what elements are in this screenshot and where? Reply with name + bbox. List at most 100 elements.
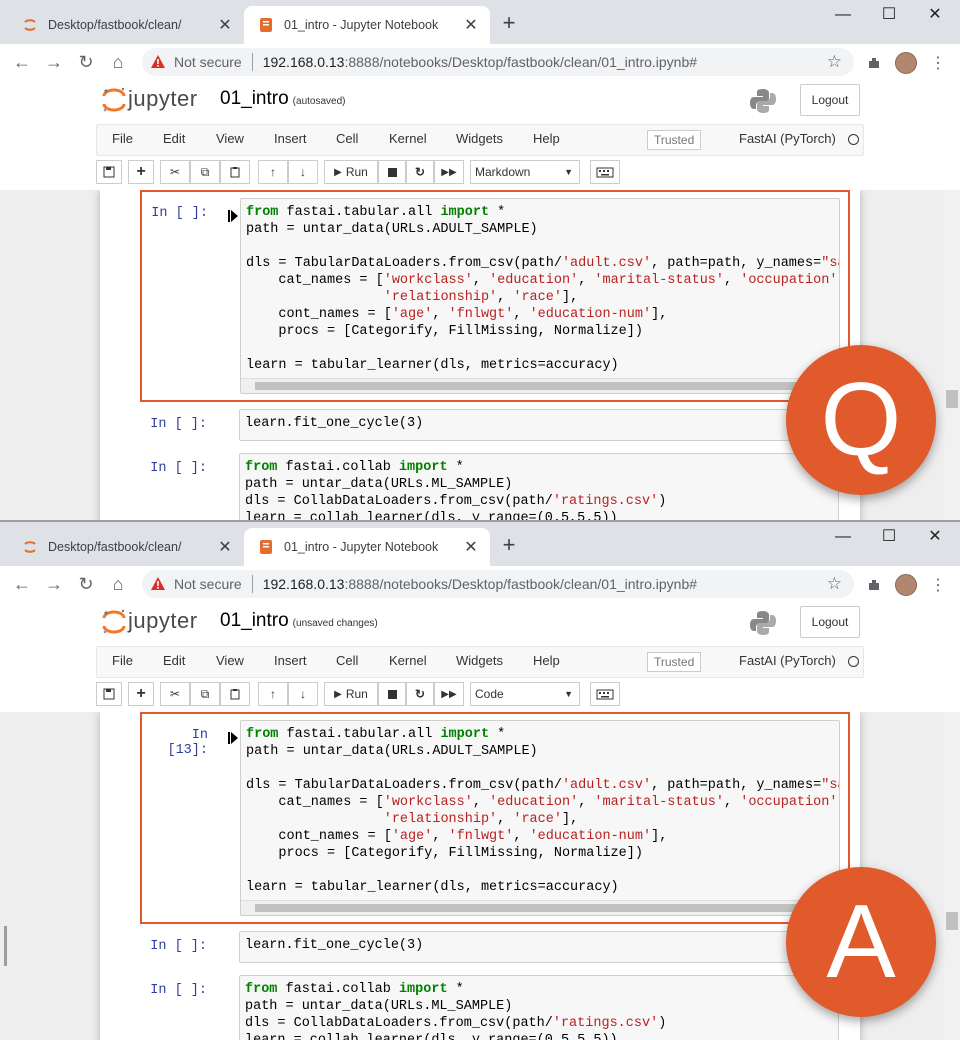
maximize-icon[interactable]: ☐ <box>866 526 912 548</box>
run-indicator-icon[interactable] <box>228 731 238 744</box>
code-editor[interactable]: learn.fit_one_cycle(3) <box>239 931 839 963</box>
browser-tab-notebook[interactable]: 01_intro - Jupyter Notebook ✕ <box>244 6 490 44</box>
vertical-scrollbar[interactable] <box>944 190 960 520</box>
scrollbar-thumb[interactable] <box>255 904 825 912</box>
kernel-name[interactable]: FastAI (PyTorch) <box>739 653 836 668</box>
cut-icon[interactable]: ✂ <box>160 682 190 706</box>
menu-cell[interactable]: Cell <box>336 131 358 146</box>
fast-forward-icon[interactable]: ▶▶ <box>434 160 464 184</box>
jupyter-logo-icon[interactable] <box>100 608 128 636</box>
trusted-badge[interactable]: Trusted <box>647 130 702 150</box>
reload-icon[interactable]: ↻ <box>74 50 98 74</box>
move-down-icon[interactable]: ↓ <box>288 682 318 706</box>
menu-cell[interactable]: Cell <box>336 653 358 668</box>
menu-view[interactable]: View <box>216 131 244 146</box>
back-icon[interactable]: ← <box>10 572 34 596</box>
code-editor[interactable]: from fastai.collab import * path = untar… <box>239 453 839 520</box>
run-button[interactable]: ▶ Run <box>324 682 378 706</box>
insert-cell-icon[interactable]: + <box>128 682 154 706</box>
cut-icon[interactable]: ✂ <box>160 160 190 184</box>
save-icon[interactable] <box>96 160 122 184</box>
keyboard-icon[interactable] <box>590 682 620 706</box>
cell-type-select[interactable]: Code ▼ <box>470 682 580 706</box>
move-up-icon[interactable]: ↑ <box>258 160 288 184</box>
restart-icon[interactable]: ↻ <box>406 682 434 706</box>
code-cell[interactable]: In [ ]: from fastai.collab import * path… <box>140 968 848 1040</box>
insert-cell-icon[interactable]: + <box>128 160 154 184</box>
menu-insert[interactable]: Insert <box>274 653 307 668</box>
scrollbar-thumb[interactable] <box>255 382 825 390</box>
menu-file[interactable]: File <box>112 653 133 668</box>
cell-type-select[interactable]: Markdown ▼ <box>470 160 580 184</box>
menu-edit[interactable]: Edit <box>163 131 185 146</box>
new-tab-icon[interactable]: + <box>498 534 520 557</box>
jupyter-brand[interactable]: jupyter <box>128 86 198 112</box>
keyboard-icon[interactable] <box>590 160 620 184</box>
jupyter-logo-icon[interactable] <box>100 86 128 114</box>
close-tab-icon[interactable]: ✕ <box>462 538 480 556</box>
menu-widgets[interactable]: Widgets <box>456 131 503 146</box>
scrollbar-thumb[interactable] <box>946 390 958 408</box>
menu-kernel[interactable]: Kernel <box>389 653 427 668</box>
close-tab-icon[interactable]: ✕ <box>216 16 234 34</box>
horizontal-scrollbar[interactable] <box>241 378 839 393</box>
code-cell[interactable]: In [ ]: learn.fit_one_cycle(3) <box>140 402 848 448</box>
code-cell[interactable]: In [ ]: from fastai.tabular.all import *… <box>140 190 850 402</box>
home-icon[interactable]: ⌂ <box>106 50 130 74</box>
menu-help[interactable]: Help <box>533 653 560 668</box>
notebook-title[interactable]: 01_intro (autosaved) <box>220 88 345 110</box>
menu-kernel[interactable]: Kernel <box>389 131 427 146</box>
close-tab-icon[interactable]: ✕ <box>216 538 234 556</box>
more-menu-icon[interactable]: ⋮ <box>928 575 948 595</box>
back-icon[interactable]: ← <box>10 50 34 74</box>
code-editor[interactable]: from fastai.tabular.all import * path = … <box>240 198 840 394</box>
trusted-badge[interactable]: Trusted <box>647 652 702 672</box>
forward-icon[interactable]: → <box>42 572 66 596</box>
scrollbar-thumb[interactable] <box>946 912 958 930</box>
vertical-scrollbar[interactable] <box>944 712 960 1040</box>
code-cell[interactable]: In [ ]: from fastai.collab import * path… <box>140 446 848 520</box>
extensions-icon[interactable] <box>864 53 884 73</box>
url-field[interactable]: Not secure 192.168.0.13:8888/notebooks/D… <box>142 48 854 76</box>
browser-tab-notebook[interactable]: 01_intro - Jupyter Notebook ✕ <box>244 528 490 566</box>
copy-icon[interactable]: ⧉ <box>190 160 220 184</box>
extensions-icon[interactable] <box>864 575 884 595</box>
menu-help[interactable]: Help <box>533 131 560 146</box>
url-field[interactable]: Not secure 192.168.0.13:8888/notebooks/D… <box>142 570 854 598</box>
menu-view[interactable]: View <box>216 653 244 668</box>
run-button[interactable]: ▶ Run <box>324 160 378 184</box>
menu-insert[interactable]: Insert <box>274 131 307 146</box>
minimize-icon[interactable]: — <box>820 526 866 548</box>
save-icon[interactable] <box>96 682 122 706</box>
code-editor[interactable]: from fastai.tabular.all import * path = … <box>240 720 840 916</box>
restart-icon[interactable]: ↻ <box>406 160 434 184</box>
notebook-area[interactable]: In [ ]: from fastai.tabular.all import *… <box>0 190 944 520</box>
paste-icon[interactable] <box>220 682 250 706</box>
code-cell[interactable]: In [ ]: learn.fit_one_cycle(3) <box>140 924 848 970</box>
close-tab-icon[interactable]: ✕ <box>462 16 480 34</box>
new-tab-icon[interactable]: + <box>498 12 520 35</box>
stop-icon[interactable] <box>378 682 406 706</box>
bookmark-star-icon[interactable]: ☆ <box>827 52 842 72</box>
code-editor[interactable]: from fastai.collab import * path = untar… <box>239 975 839 1040</box>
close-window-icon[interactable]: ✕ <box>912 526 958 548</box>
bookmark-star-icon[interactable]: ☆ <box>827 574 842 594</box>
logout-button[interactable]: Logout <box>800 606 860 638</box>
menu-edit[interactable]: Edit <box>163 653 185 668</box>
not-secure-label[interactable]: Not secure <box>174 576 242 592</box>
maximize-icon[interactable]: ☐ <box>866 4 912 26</box>
paste-icon[interactable] <box>220 160 250 184</box>
run-indicator-icon[interactable] <box>228 209 238 222</box>
kernel-name[interactable]: FastAI (PyTorch) <box>739 131 836 146</box>
notebook-area[interactable]: In [13]: from fastai.tabular.all import … <box>0 712 944 1040</box>
reload-icon[interactable]: ↻ <box>74 572 98 596</box>
menu-file[interactable]: File <box>112 131 133 146</box>
code-cell[interactable]: In [13]: from fastai.tabular.all import … <box>140 712 850 924</box>
more-menu-icon[interactable]: ⋮ <box>928 53 948 73</box>
jupyter-brand[interactable]: jupyter <box>128 608 198 634</box>
stop-icon[interactable] <box>378 160 406 184</box>
copy-icon[interactable]: ⧉ <box>190 682 220 706</box>
fast-forward-icon[interactable]: ▶▶ <box>434 682 464 706</box>
browser-tab-directory[interactable]: Desktop/fastbook/clean/ ✕ <box>8 528 244 566</box>
profile-avatar[interactable] <box>895 52 917 74</box>
